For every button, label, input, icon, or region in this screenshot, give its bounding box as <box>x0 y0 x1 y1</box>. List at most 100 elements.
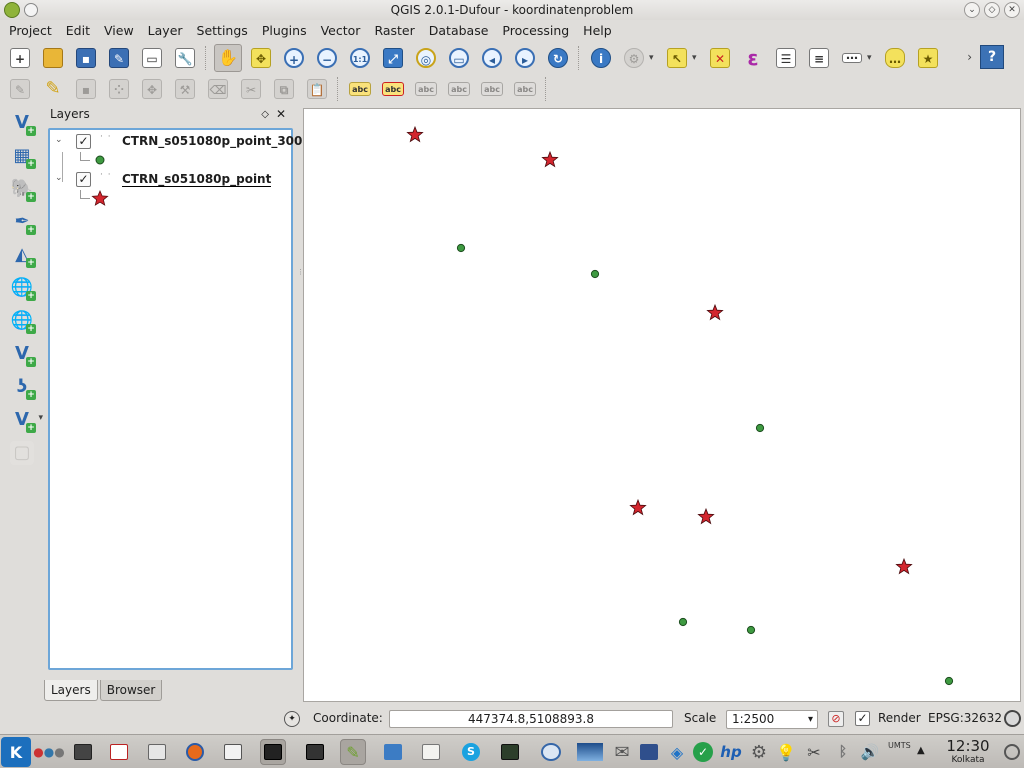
klipper-icon[interactable] <box>636 739 662 765</box>
crs-status[interactable]: EPSG:32632 <box>928 711 1002 725</box>
new-print-composer-icon[interactable]: ▭ <box>138 44 166 72</box>
zoom-in-icon[interactable]: + <box>280 44 308 72</box>
show-desktop-icon[interactable] <box>577 739 603 765</box>
qgis-task-icon[interactable]: ✎ <box>340 739 366 765</box>
run-action-icon[interactable]: ⚙ <box>620 44 648 72</box>
open-project-icon[interactable] <box>39 44 67 72</box>
minimize-button[interactable]: ⌄ <box>964 2 980 18</box>
bluetooth-icon[interactable]: ᛒ <box>830 739 856 765</box>
circle-point-feature[interactable] <box>746 625 756 635</box>
scale-combo[interactable]: 1:2500 ▾ <box>726 710 818 729</box>
circle-point-feature[interactable] <box>755 423 765 433</box>
skype-icon[interactable]: S <box>458 739 484 765</box>
star-point-feature[interactable] <box>541 150 559 168</box>
layer-row[interactable]: ⌄ ✓ · · CTRN_s051080p_point <box>50 170 290 190</box>
scissors-tray-icon[interactable]: ✂ <box>801 739 827 765</box>
zoom-to-selection-icon[interactable]: ◎ <box>412 44 440 72</box>
paste-features-icon[interactable]: 📋 <box>303 75 331 103</box>
new-project-icon[interactable]: + <box>6 44 34 72</box>
update-ok-icon[interactable]: ✓ <box>690 739 716 765</box>
statistics-icon[interactable]: ≡ <box>805 44 833 72</box>
zoom-to-layer-icon[interactable]: ▭ <box>445 44 473 72</box>
crs-globe-icon[interactable] <box>1004 710 1021 727</box>
add-postgis-layer-icon[interactable]: 🐘 + <box>5 174 39 204</box>
layer-visibility-checkbox[interactable]: ✓ <box>76 134 91 149</box>
star-point-feature[interactable] <box>406 125 424 143</box>
add-oracle-layer-icon[interactable]: ▢ <box>5 438 39 468</box>
select-dropdown-icon[interactable]: ▾ <box>692 53 702 63</box>
system-monitor-icon[interactable] <box>497 739 523 765</box>
run-action-dropdown-icon[interactable]: ▾ <box>649 53 659 63</box>
firefox-icon[interactable] <box>182 739 208 765</box>
composer-manager-icon[interactable]: 🔧 <box>171 44 199 72</box>
collapse-icon[interactable]: ⌄ <box>55 135 63 145</box>
maximize-button[interactable]: ◇ <box>984 2 1000 18</box>
mail-icon[interactable]: ✉ <box>609 739 635 765</box>
add-feature-icon[interactable]: ⁘ <box>105 75 133 103</box>
move-feature-icon[interactable]: ✥ <box>138 75 166 103</box>
map-canvas[interactable] <box>303 108 1021 702</box>
messages-icon[interactable]: ✦ <box>284 711 300 727</box>
rotate-label-icon[interactable]: abc <box>478 75 506 103</box>
circle-point-feature[interactable] <box>590 269 600 279</box>
save-project-icon[interactable]: ▪ <box>72 44 100 72</box>
tab-browser[interactable]: Browser <box>99 680 163 701</box>
menu-plugins[interactable]: Plugins <box>255 20 314 42</box>
save-edits-icon[interactable]: ▪ <box>72 75 100 103</box>
cut-features-icon[interactable]: ✂ <box>237 75 265 103</box>
bulb-tray-icon[interactable]: 💡 <box>773 739 799 765</box>
cashew-icon[interactable] <box>999 739 1024 765</box>
show-hide-labels-icon[interactable]: abc <box>412 75 440 103</box>
layer-labeling-icon[interactable]: abc <box>346 75 374 103</box>
add-delimited-text-layer-icon[interactable]: ʖ + <box>5 372 39 402</box>
layer-row[interactable]: ⌄ ✓ · · CTRN_s051080p_point_3003 <box>50 132 311 152</box>
node-tool-icon[interactable]: ⚒ <box>171 75 199 103</box>
tab-layers[interactable]: Layers <box>44 680 98 701</box>
pdf-reader-icon[interactable] <box>106 739 132 765</box>
pin-window-icon[interactable] <box>24 3 38 17</box>
konsole-icon[interactable] <box>302 739 328 765</box>
clock[interactable]: 12:30 Kolkata <box>940 737 996 765</box>
collapse-icon[interactable]: ⌄ <box>55 173 63 183</box>
toolbar-overflow-icon[interactable]: › <box>967 50 972 64</box>
add-raster-layer-icon[interactable]: ▦ + <box>5 141 39 171</box>
network-manager-icon[interactable] <box>538 739 564 765</box>
attribute-table-icon[interactable]: ☰ <box>772 44 800 72</box>
new-bookmark-icon[interactable]: ★ <box>914 44 942 72</box>
pan-to-selection-icon[interactable]: ✥ <box>247 44 275 72</box>
layer-name[interactable]: CTRN_s051080p_point_3003 <box>122 134 311 148</box>
circle-point-feature[interactable] <box>456 243 466 253</box>
qgis-app-icon[interactable] <box>4 2 20 18</box>
add-spatialite-layer-icon[interactable]: ✒ + <box>5 207 39 237</box>
circle-point-feature[interactable] <box>944 676 954 686</box>
star-point-feature[interactable] <box>629 498 647 516</box>
volume-icon[interactable]: 🔊 <box>857 739 883 765</box>
add-wms-layer-icon[interactable]: 🌐 + <box>5 273 39 303</box>
save-as-icon[interactable]: ✎ <box>105 44 133 72</box>
star-point-feature[interactable] <box>895 557 913 575</box>
delete-selected-icon[interactable]: ⌫ <box>204 75 232 103</box>
dropbox-icon[interactable]: ◈ <box>664 739 690 765</box>
copy-features-icon[interactable]: ⧉ <box>270 75 298 103</box>
network-signal-label[interactable]: UMTS <box>888 741 911 750</box>
help-icon[interactable]: ? <box>980 45 1004 69</box>
refresh-icon[interactable]: ↻ <box>544 44 572 72</box>
close-panel-icon[interactable]: ✕ <box>276 107 286 121</box>
current-edits-icon[interactable]: ✎ <box>6 75 34 103</box>
menu-view[interactable]: View <box>97 20 141 42</box>
render-checkbox[interactable]: ✓ <box>855 711 870 726</box>
activities-icon[interactable]: ● ● ● <box>33 739 64 765</box>
stop-render-icon[interactable]: ⊘ <box>828 711 844 727</box>
move-label-icon[interactable]: abc <box>445 75 473 103</box>
measure-icon[interactable]: ⋯ <box>838 44 866 72</box>
add-wcs-layer-icon[interactable]: 🌐 + <box>5 306 39 336</box>
menu-processing[interactable]: Processing <box>495 20 576 42</box>
map-tips-icon[interactable]: … <box>881 44 909 72</box>
kde-menu-icon[interactable]: K <box>1 737 31 767</box>
add-wfs-layer-icon[interactable]: V + <box>5 339 39 369</box>
circle-point-feature[interactable] <box>678 617 688 627</box>
toggle-editing-icon[interactable]: ✎ <box>39 75 67 103</box>
zoom-actual-size-icon[interactable]: 1:1 <box>346 44 374 72</box>
image-viewer-icon[interactable] <box>418 739 444 765</box>
float-panel-icon[interactable]: ◇ <box>261 109 269 120</box>
